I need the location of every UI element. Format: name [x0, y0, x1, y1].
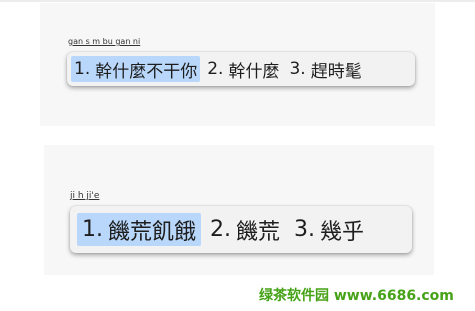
candidate-1[interactable]: 1. 幹什麼不干你: [71, 56, 201, 82]
candidate-text: 饑荒飢餓: [108, 219, 197, 245]
candidate-text: 幾乎: [320, 219, 365, 245]
candidate-3[interactable]: 3. 趕時髦: [286, 56, 364, 82]
candidate-number: 1.: [74, 59, 91, 79]
candidate-1[interactable]: 1. 饑荒飢餓: [77, 213, 202, 246]
candidate-2[interactable]: 2. 幹什麼: [204, 56, 282, 82]
candidate-text: 幹什麼: [228, 61, 280, 82]
candidate-3[interactable]: 3. 幾乎: [289, 213, 369, 246]
candidate-2[interactable]: 2. 饑荒: [205, 213, 285, 246]
candidate-number: 3.: [289, 59, 306, 79]
watermark-text: 绿茶软件园 www.6686.com: [259, 288, 454, 304]
candidate-number: 3.: [294, 217, 316, 242]
preedit-text: gan s m bu gan ni: [68, 37, 141, 46]
top-divider: [0, 0, 475, 2]
candidate-text: 饑荒: [236, 219, 281, 245]
candidate-number: 2.: [207, 59, 224, 79]
candidate-text: 趕時髦: [310, 61, 362, 82]
preedit-text: ji h ji'e: [70, 191, 100, 201]
candidate-number: 2.: [210, 217, 232, 242]
candidate-window: 1. 幹什麼不干你 2. 幹什麼 3. 趕時髦: [67, 52, 415, 86]
candidate-number: 1.: [82, 217, 103, 242]
candidate-text: 幹什麼不干你: [95, 61, 198, 82]
screenshot-canvas: gan s m bu gan ni 1. 幹什麼不干你 2. 幹什麼 3. 趕時…: [0, 0, 475, 311]
candidate-window: 1. 饑荒飢餓 2. 饑荒 3. 幾乎: [70, 206, 412, 253]
